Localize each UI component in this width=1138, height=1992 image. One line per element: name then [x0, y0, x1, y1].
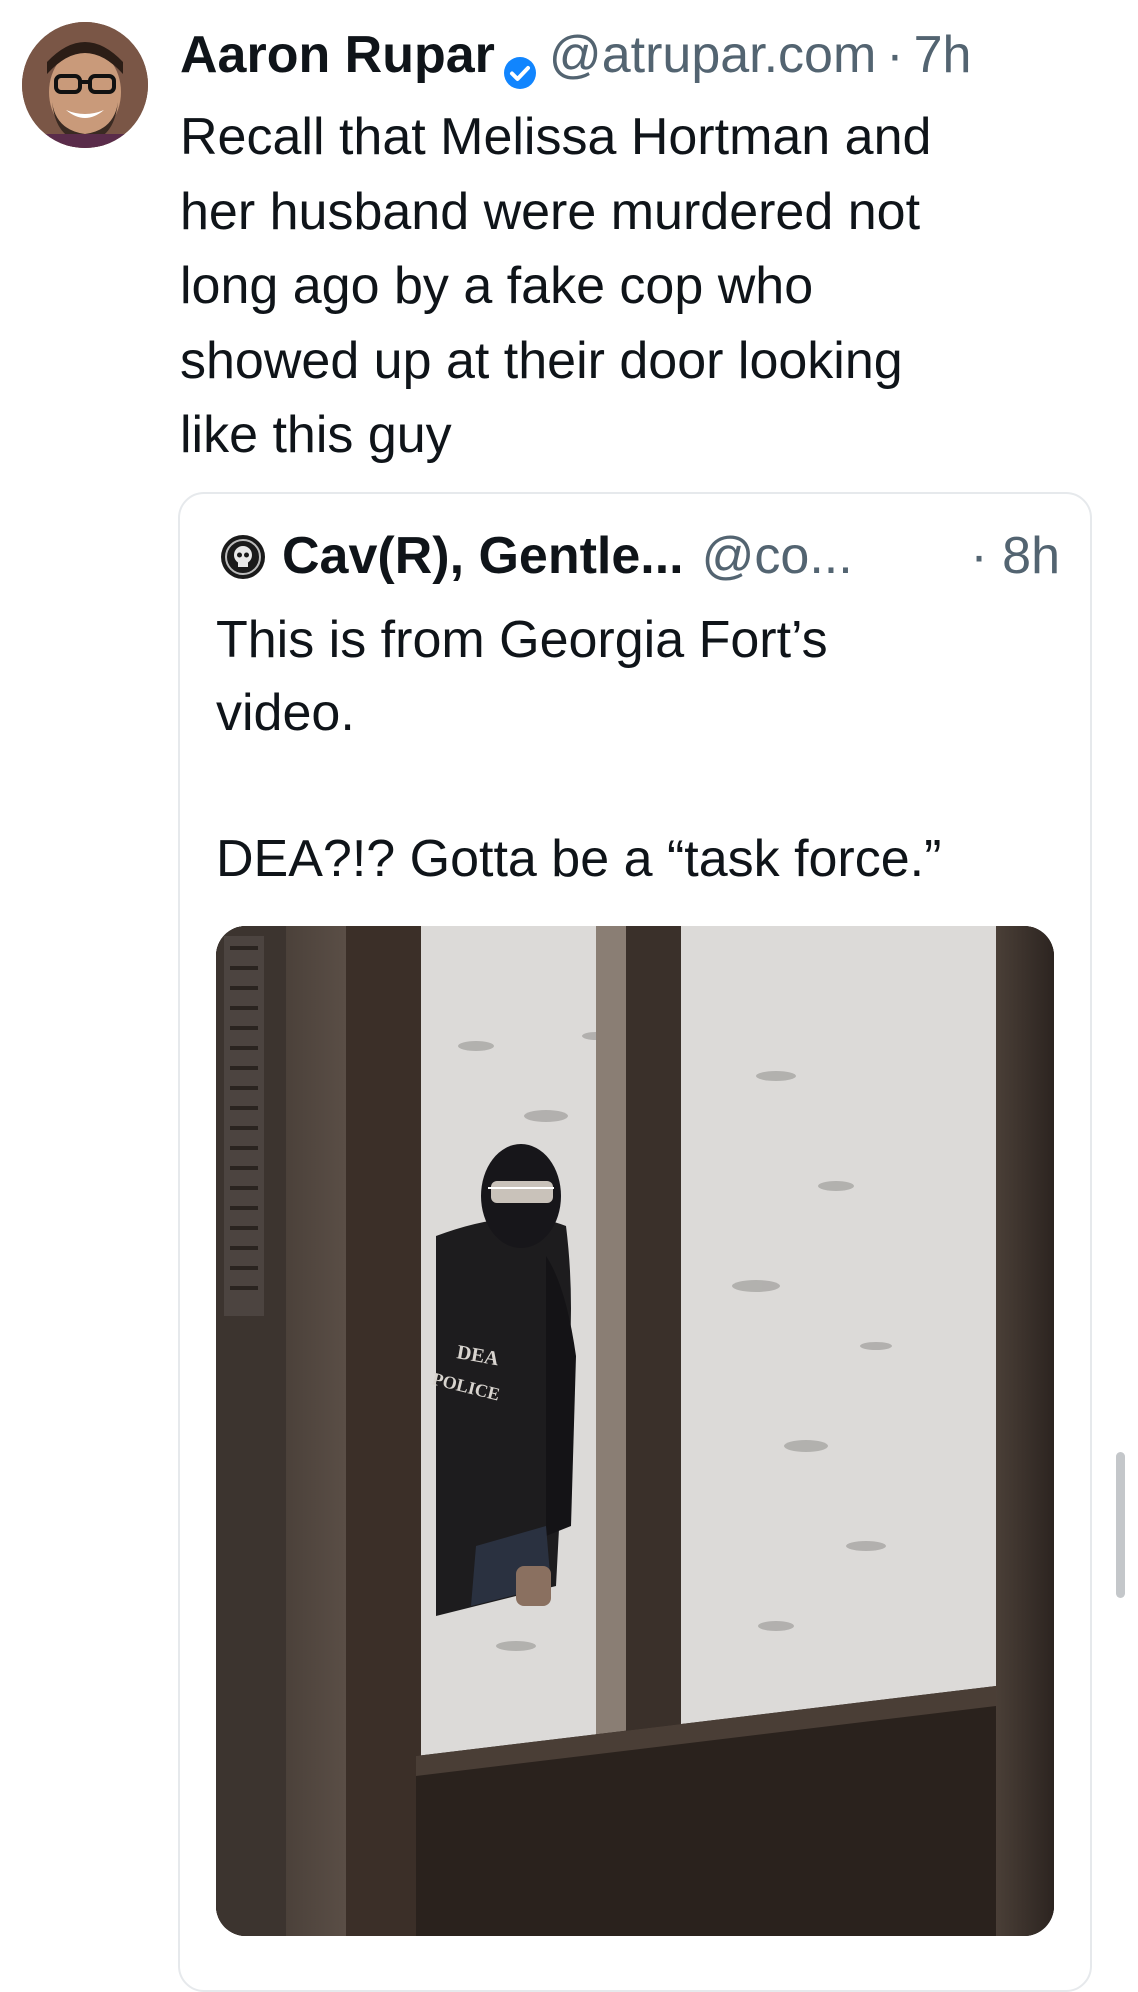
quoted-post-header: Cav(R), Gentle... @co... · 8h	[220, 524, 1080, 588]
quoted-post-text: This is from Georgia Fort’s video. DEA?!…	[216, 611, 942, 888]
post-text: Recall that Melissa Hortman and her husb…	[180, 108, 932, 464]
quoted-author-name[interactable]: Cav(R), Gentle...	[282, 526, 684, 586]
avatar[interactable]	[22, 22, 148, 148]
quoted-post-timestamp[interactable]: · 8h	[970, 526, 1060, 586]
author-name[interactable]: Aaron Rupar	[180, 20, 495, 90]
quoted-post-card[interactable]: Cav(R), Gentle... @co... · 8h This is fr…	[178, 492, 1092, 1992]
quoted-author-handle[interactable]: @co...	[702, 526, 853, 586]
post-timestamp[interactable]: 7h	[914, 20, 972, 90]
quoted-post-media[interactable]: DEA POLICE	[216, 926, 1054, 1936]
media-image: DEA POLICE	[216, 926, 1054, 1936]
author-handle[interactable]: @atrupar.com	[549, 20, 876, 90]
separator-dot: ·	[886, 26, 904, 84]
post-header: Aaron Rupar @atrupar.com · 7h	[180, 20, 971, 90]
verified-badge-icon	[503, 38, 537, 89]
skull-emblem-icon[interactable]	[220, 533, 266, 579]
avatar-image	[22, 22, 148, 148]
scrollbar[interactable]	[1116, 1452, 1125, 1598]
